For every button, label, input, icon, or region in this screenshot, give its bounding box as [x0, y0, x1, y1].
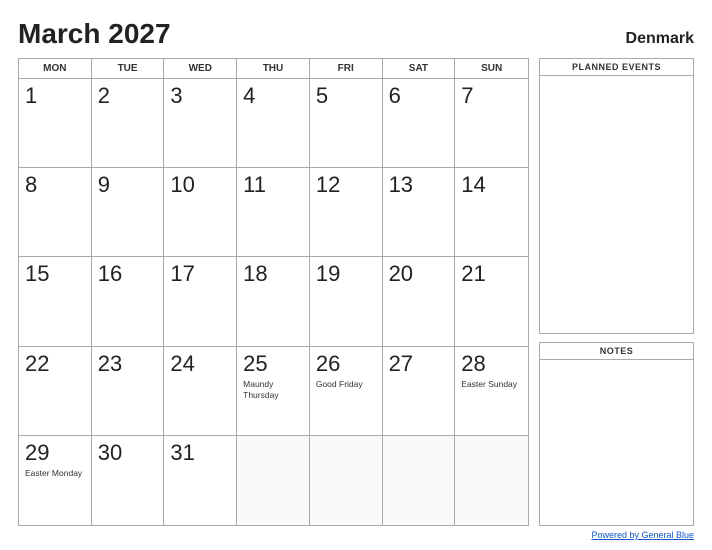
day-cell: 14 [455, 168, 528, 257]
page: March 2027 Denmark MONTUEWEDTHUFRISATSUN… [0, 0, 712, 550]
day-cell: 6 [383, 79, 456, 168]
day-cell: 22 [19, 347, 92, 436]
day-number: 27 [389, 351, 449, 377]
day-cell: 24 [164, 347, 237, 436]
calendar-section: MONTUEWEDTHUFRISATSUN 123456789101112131… [18, 58, 529, 526]
day-cell: 11 [237, 168, 310, 257]
sidebar: PLANNED EVENTS NOTES [539, 58, 694, 526]
day-cell: 16 [92, 257, 165, 346]
main-area: MONTUEWEDTHUFRISATSUN 123456789101112131… [18, 58, 694, 526]
day-cell [455, 436, 528, 525]
day-header: SAT [383, 59, 456, 78]
day-cell: 8 [19, 168, 92, 257]
day-cell: 9 [92, 168, 165, 257]
day-cell: 31 [164, 436, 237, 525]
day-cell: 12 [310, 168, 383, 257]
day-number: 31 [170, 440, 230, 466]
day-number: 20 [389, 261, 449, 287]
day-cell: 7 [455, 79, 528, 168]
day-number: 15 [25, 261, 85, 287]
day-number: 11 [243, 172, 303, 198]
day-cell: 15 [19, 257, 92, 346]
day-number: 29 [25, 440, 85, 466]
planned-events-title: PLANNED EVENTS [540, 59, 693, 76]
day-number: 22 [25, 351, 85, 377]
day-cell: 2 [92, 79, 165, 168]
day-number: 8 [25, 172, 85, 198]
day-number: 10 [170, 172, 230, 198]
day-number: 6 [389, 83, 449, 109]
day-cell: 19 [310, 257, 383, 346]
day-cell [310, 436, 383, 525]
day-number: 4 [243, 83, 303, 109]
day-cell: 4 [237, 79, 310, 168]
day-cell: 17 [164, 257, 237, 346]
day-cell: 1 [19, 79, 92, 168]
day-number: 5 [316, 83, 376, 109]
day-cell: 30 [92, 436, 165, 525]
powered-by-link[interactable]: Powered by General Blue [591, 530, 694, 540]
calendar-grid: 1234567891011121314151617181920212223242… [19, 79, 528, 525]
day-cell: 29 Easter Monday [19, 436, 92, 525]
day-header: WED [164, 59, 237, 78]
planned-events-content [540, 76, 693, 333]
day-header: TUE [92, 59, 165, 78]
event-label: Maundy Thursday [243, 379, 303, 401]
day-header: THU [237, 59, 310, 78]
day-headers: MONTUEWEDTHUFRISATSUN [19, 59, 528, 79]
day-header: FRI [310, 59, 383, 78]
day-number: 28 [461, 351, 522, 377]
day-number: 12 [316, 172, 376, 198]
day-number: 23 [98, 351, 158, 377]
day-number: 17 [170, 261, 230, 287]
country-title: Denmark [626, 30, 694, 48]
event-label: Good Friday [316, 379, 376, 390]
day-number: 14 [461, 172, 522, 198]
month-title: March 2027 [18, 18, 171, 50]
day-number: 1 [25, 83, 85, 109]
day-header: MON [19, 59, 92, 78]
day-header: SUN [455, 59, 528, 78]
day-number: 24 [170, 351, 230, 377]
day-number: 26 [316, 351, 376, 377]
day-number: 7 [461, 83, 522, 109]
day-number: 21 [461, 261, 522, 287]
planned-events-box: PLANNED EVENTS [539, 58, 694, 334]
day-number: 3 [170, 83, 230, 109]
day-cell: 26 Good Friday [310, 347, 383, 436]
day-number: 9 [98, 172, 158, 198]
day-cell: 21 [455, 257, 528, 346]
footer: Powered by General Blue [18, 530, 694, 540]
day-cell [237, 436, 310, 525]
header: March 2027 Denmark [18, 18, 694, 50]
day-number: 2 [98, 83, 158, 109]
event-label: Easter Sunday [461, 379, 522, 390]
day-number: 13 [389, 172, 449, 198]
day-cell [383, 436, 456, 525]
day-cell: 13 [383, 168, 456, 257]
day-cell: 20 [383, 257, 456, 346]
notes-title: NOTES [540, 343, 693, 360]
day-number: 19 [316, 261, 376, 287]
day-cell: 5 [310, 79, 383, 168]
day-cell: 23 [92, 347, 165, 436]
day-cell: 25Maundy Thursday [237, 347, 310, 436]
day-cell: 3 [164, 79, 237, 168]
day-number: 16 [98, 261, 158, 287]
day-number: 30 [98, 440, 158, 466]
notes-content [540, 360, 693, 525]
day-cell: 27 [383, 347, 456, 436]
day-cell: 10 [164, 168, 237, 257]
notes-box: NOTES [539, 342, 694, 526]
day-number: 18 [243, 261, 303, 287]
event-label: Easter Monday [25, 468, 85, 479]
day-cell: 18 [237, 257, 310, 346]
day-cell: 28 Easter Sunday [455, 347, 528, 436]
day-number: 25 [243, 351, 303, 377]
